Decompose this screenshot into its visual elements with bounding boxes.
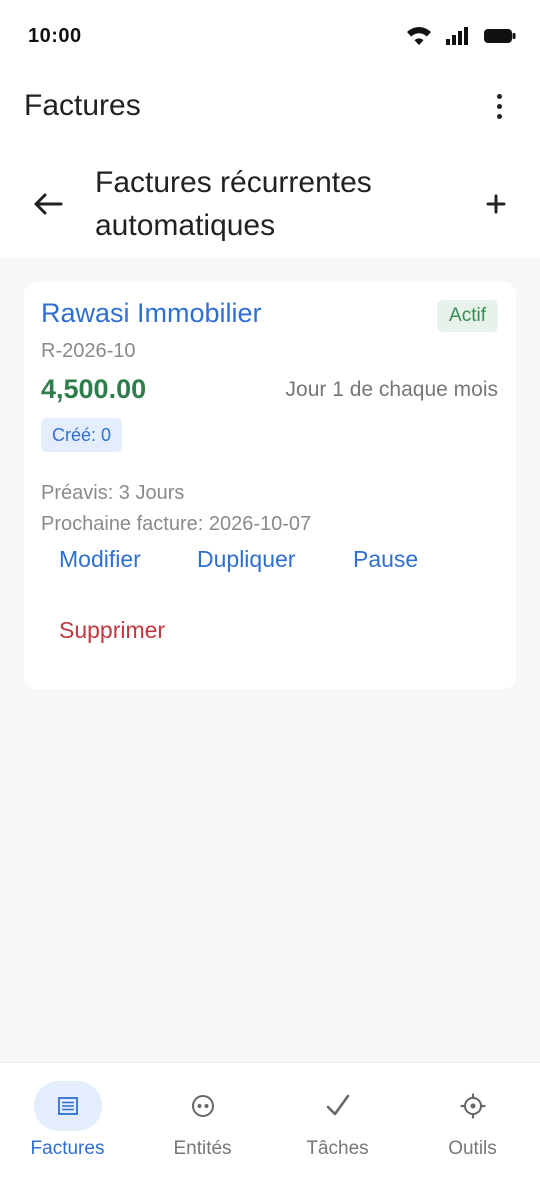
nav-label-factures: Factures (30, 1138, 105, 1159)
status-icons (406, 26, 516, 46)
status-time: 10:00 (28, 24, 82, 47)
created-count-badge: Créé: 0 (41, 418, 123, 452)
section-title: Factures récurrentes automatiques (95, 166, 372, 242)
checkmark-icon (326, 1094, 349, 1116)
back-button[interactable] (24, 180, 72, 228)
wifi-icon (407, 27, 431, 45)
nav-label-taches: Tâches (306, 1138, 369, 1159)
gear-icon (459, 1093, 486, 1119)
recurring-invoice-card[interactable]: Rawasi Immobilier Actif R-2026-10 4,500.… (24, 282, 516, 689)
invoice-amount: 4,500.00 (41, 374, 147, 404)
status-bar: 10:00 (0, 0, 540, 72)
more-vert-icon (496, 93, 502, 99)
signal-icon (446, 27, 468, 45)
invoice-list-icon (57, 1097, 78, 1115)
nav-label-outils: Outils (448, 1138, 497, 1159)
plus-icon (486, 194, 506, 214)
status-badge: Actif (437, 300, 498, 332)
schedule-text: Jour 1 de chaque mois (285, 378, 498, 401)
content-area: Rawasi Immobilier Actif R-2026-10 4,500.… (0, 258, 540, 1062)
sub-header: Factures récurrentes automatiques (0, 150, 540, 258)
client-name[interactable]: Rawasi Immobilier (41, 298, 262, 329)
notice-period: Préavis: 3 Jours (41, 482, 185, 504)
pause-button[interactable]: Pause (353, 546, 418, 573)
app-bar: Factures (0, 72, 540, 140)
duplicate-button[interactable]: Dupliquer (197, 546, 295, 573)
bottom-navigation: Factures Entités Tâches Outils (0, 1062, 540, 1181)
nav-item-taches[interactable]: Tâches (270, 1063, 405, 1181)
add-recurring-invoice-button[interactable] (476, 184, 516, 224)
battery-icon (484, 29, 516, 43)
page-title: Factures (24, 89, 141, 122)
entity-icon (191, 1095, 214, 1117)
nav-item-outils[interactable]: Outils (405, 1063, 540, 1181)
edit-button[interactable]: Modifier (59, 546, 141, 573)
reference-number: R-2026-10 (41, 340, 136, 362)
nav-item-entites[interactable]: Entités (135, 1063, 270, 1181)
nav-item-factures[interactable]: Factures (0, 1063, 135, 1181)
delete-button[interactable]: Supprimer (59, 617, 165, 644)
overflow-menu-button[interactable] (484, 86, 514, 126)
nav-label-entites: Entités (173, 1138, 232, 1159)
arrow-back-icon (34, 193, 63, 215)
next-invoice-date: Prochaine facture: 2026-10-07 (41, 513, 312, 535)
